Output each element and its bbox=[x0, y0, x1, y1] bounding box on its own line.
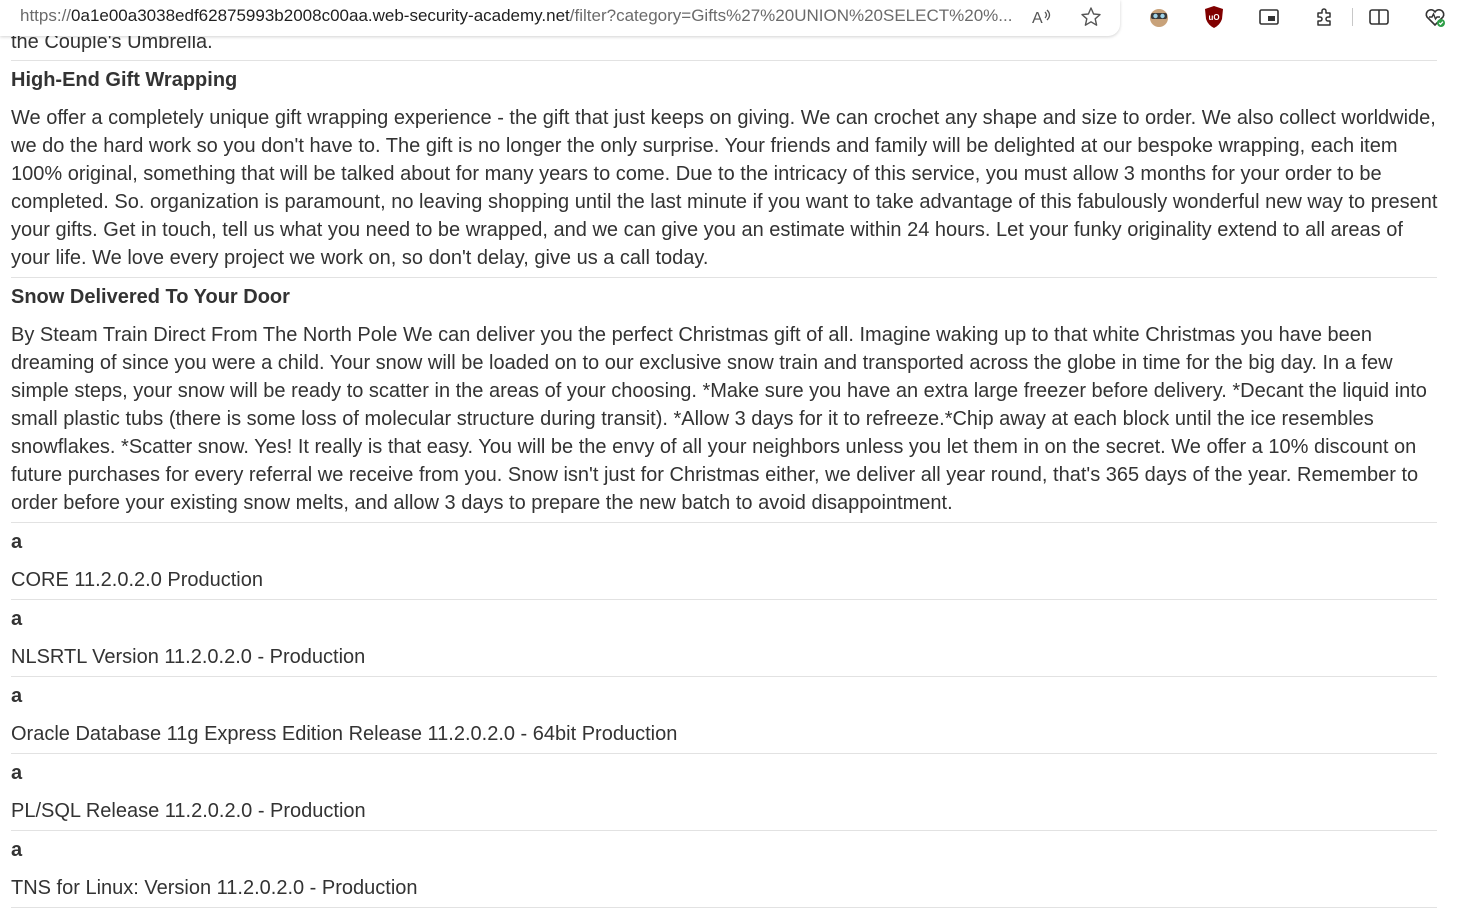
row-divider bbox=[11, 830, 1437, 831]
injected-row-value: TNS for Linux: Version 11.2.0.2.0 - Prod… bbox=[11, 877, 418, 899]
injected-row-value: NLSRTL Version 11.2.0.2.0 - Production bbox=[11, 646, 366, 668]
ublock-icon[interactable]: uO bbox=[1201, 4, 1227, 30]
row-divider bbox=[11, 277, 1437, 278]
injected-row-name: a bbox=[11, 531, 23, 553]
extension-avatar-icon[interactable] bbox=[1146, 4, 1172, 30]
product-description: We offer a completely unique gift wrappi… bbox=[11, 107, 1438, 269]
url-host: 0a1e00a3038edf62875993b2008c00aa.web-sec… bbox=[71, 6, 570, 25]
injected-row-name: a bbox=[11, 608, 23, 630]
injected-row-value: CORE 11.2.0.2.0 Production bbox=[11, 569, 263, 591]
url-path: /filter?category=Gifts%27%20UNION%20SELE… bbox=[569, 6, 1013, 25]
url-text[interactable]: https://0a1e00a3038edf62875993b2008c00aa… bbox=[20, 6, 1020, 26]
injected-row-value: Oracle Database 11g Express Edition Rele… bbox=[11, 723, 678, 745]
extensions-puzzle-icon[interactable] bbox=[1311, 4, 1337, 30]
injected-row-name: a bbox=[11, 685, 23, 707]
favorite-star-icon[interactable] bbox=[1078, 4, 1104, 30]
url-scheme: https:// bbox=[20, 6, 72, 25]
product-name: Snow Delivered To Your Door bbox=[11, 286, 290, 308]
read-aloud-icon[interactable]: A bbox=[1028, 4, 1054, 30]
row-divider bbox=[11, 522, 1437, 523]
row-divider bbox=[11, 676, 1437, 677]
picture-in-picture-icon[interactable] bbox=[1256, 4, 1282, 30]
injected-row-name: a bbox=[11, 762, 23, 784]
injected-row-name: a bbox=[11, 839, 23, 861]
row-divider bbox=[11, 60, 1437, 61]
row-divider bbox=[11, 599, 1437, 600]
injected-row-value: PL/SQL Release 11.2.0.2.0 - Production bbox=[11, 800, 366, 822]
address-bar[interactable]: https://0a1e00a3038edf62875993b2008c00aa… bbox=[0, 0, 1120, 36]
svg-text:A: A bbox=[1032, 10, 1043, 27]
row-divider bbox=[11, 907, 1437, 908]
row-divider bbox=[11, 753, 1437, 754]
browser-toolbar: https://0a1e00a3038edf62875993b2008c00aa… bbox=[0, 0, 1483, 36]
product-name: High-End Gift Wrapping bbox=[11, 69, 238, 91]
browser-essentials-icon[interactable] bbox=[1422, 4, 1448, 30]
product-description: By Steam Train Direct From The North Pol… bbox=[11, 324, 1427, 514]
toolbar-divider bbox=[1352, 8, 1353, 26]
split-screen-icon[interactable] bbox=[1366, 4, 1392, 30]
svg-text:uO: uO bbox=[1209, 13, 1220, 22]
